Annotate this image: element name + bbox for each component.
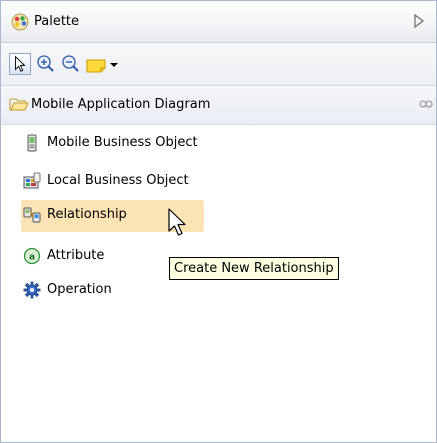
zoom-out-icon	[62, 55, 79, 72]
tool-dropdown[interactable]	[109, 53, 119, 75]
open-folder-icon	[9, 98, 29, 111]
tooltip: Create New Relationship	[169, 257, 339, 280]
svg-text:a: a	[29, 253, 35, 263]
zoom-out-tool[interactable]	[61, 53, 81, 75]
drawer-mobile-application-diagram[interactable]: Mobile Application Diagram	[1, 86, 436, 125]
zoom-in-icon	[37, 55, 54, 72]
select-tool[interactable]	[9, 53, 31, 75]
note-icon	[86, 59, 106, 73]
palette-view: Palette Mobile Application Diagram Mobil…	[0, 0, 437, 443]
dropdown-arrow-icon	[110, 63, 118, 67]
local-business-object-icon	[23, 172, 41, 189]
entry-label: Operation	[47, 282, 112, 297]
mouse-cursor-icon	[168, 208, 186, 236]
drawer-label: Mobile Application Diagram	[31, 97, 211, 112]
entry-label: Attribute	[47, 248, 105, 263]
operation-icon	[23, 281, 41, 299]
palette-toolbar	[1, 43, 436, 86]
palette-icon	[11, 13, 29, 31]
arrow-select-icon	[15, 55, 26, 72]
collapse-arrow-icon[interactable]	[412, 12, 426, 30]
entry-label: Local Business Object	[47, 173, 189, 188]
zoom-in-tool[interactable]	[36, 53, 56, 75]
mobile-business-object-icon	[27, 134, 37, 152]
palette-header: Palette	[1, 1, 436, 43]
entry-label: Mobile Business Object	[47, 135, 198, 150]
palette-title: Palette	[34, 14, 80, 29]
pin-icon[interactable]	[419, 99, 433, 109]
note-tool[interactable]	[85, 53, 107, 75]
entry-mobile-business-object[interactable]: Mobile Business Object	[21, 128, 281, 158]
entry-label: Relationship	[47, 207, 127, 222]
relationship-icon	[23, 207, 41, 223]
entry-local-business-object[interactable]: Local Business Object	[21, 166, 281, 196]
attribute-icon: a	[23, 247, 41, 265]
